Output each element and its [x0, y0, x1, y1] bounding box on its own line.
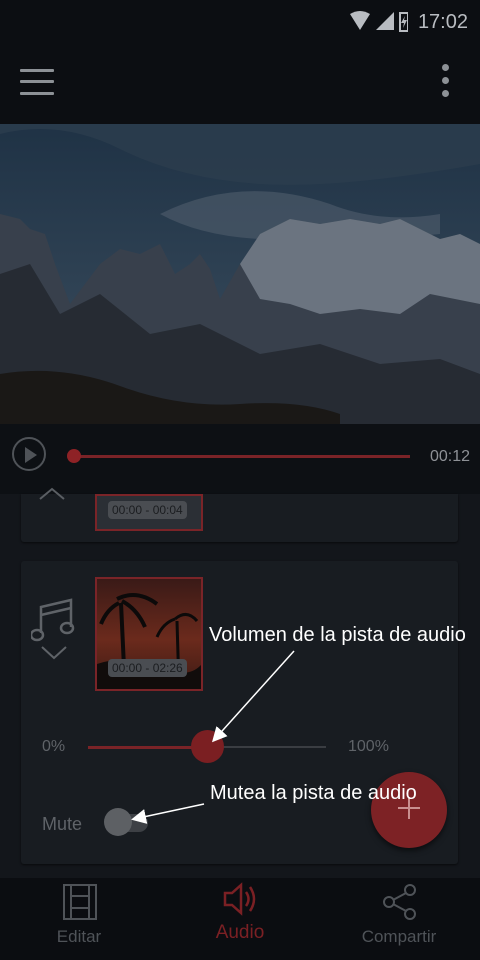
play-button[interactable] — [12, 437, 46, 471]
volume-slider-thumb[interactable] — [191, 730, 224, 763]
more-vertical-icon[interactable] — [438, 64, 454, 100]
nav-item-share[interactable]: Compartir — [339, 927, 459, 947]
preview-image — [0, 124, 480, 424]
seek-bar[interactable] — [74, 455, 410, 458]
app-bar — [0, 44, 480, 124]
speaker-icon[interactable] — [222, 881, 258, 917]
wifi-icon — [350, 11, 370, 30]
status-time: 17:02 — [417, 11, 468, 33]
signal-icon — [376, 12, 394, 30]
music-note-icon — [31, 598, 75, 642]
duration-label: 00:12 — [430, 448, 471, 465]
film-icon[interactable] — [63, 884, 97, 920]
mute-label: Mute — [42, 814, 83, 834]
mute-annotation: Mutea la pista de audio — [210, 782, 417, 804]
seek-thumb[interactable] — [67, 449, 81, 463]
nav-item-edit[interactable]: Editar — [19, 927, 139, 947]
volume-annotation: Volumen de la pista de audio — [209, 624, 466, 646]
status-icons — [350, 11, 408, 32]
volume-track-filled[interactable] — [88, 746, 208, 749]
chevron-down-icon[interactable] — [40, 645, 68, 661]
nav-item-audio[interactable]: Audio — [180, 922, 300, 944]
volume-min-label: 0% — [42, 738, 66, 755]
battery-icon — [399, 12, 408, 32]
clip-time-range: 00:00 - 00:04 — [108, 501, 187, 519]
video-clip-card[interactable] — [21, 494, 458, 542]
video-preview[interactable] — [0, 124, 480, 424]
mute-toggle-thumb[interactable] — [104, 808, 132, 836]
share-icon[interactable] — [383, 884, 417, 920]
hamburger-menu-icon[interactable] — [20, 67, 54, 97]
clip-time-range: 00:00 - 02:26 — [108, 659, 187, 677]
chevron-up-icon[interactable] — [38, 487, 66, 501]
status-bar — [0, 0, 480, 44]
volume-max-label: 100% — [348, 738, 389, 755]
volume-track[interactable] — [208, 746, 326, 748]
